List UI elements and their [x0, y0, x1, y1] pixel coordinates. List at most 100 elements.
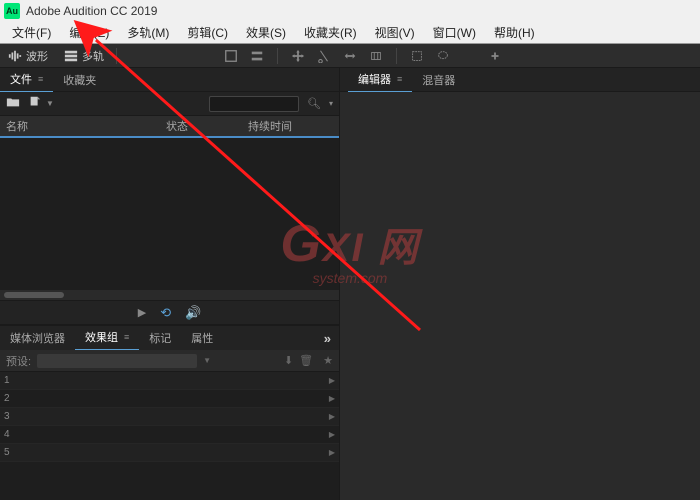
heal-icon — [488, 49, 502, 63]
fx-slot[interactable]: 4▶ — [0, 426, 339, 444]
titlebar: Au Adobe Audition CC 2019 — [0, 0, 700, 22]
filter-icon[interactable]: ▾ — [329, 99, 333, 108]
toolbar-separator — [116, 48, 117, 64]
menu-effects[interactable]: 效果(S) — [238, 22, 294, 43]
menu-clip[interactable]: 剪辑(C) — [179, 22, 236, 43]
tab-editor-label: 编辑器 — [358, 71, 391, 87]
toolbar-separator — [396, 48, 397, 64]
expand-button[interactable]: » — [324, 331, 331, 346]
app-title: Adobe Audition CC 2019 — [26, 4, 157, 18]
chevron-right-icon: ▶ — [329, 394, 335, 403]
move-icon — [291, 49, 305, 63]
files-toolbar: ▼ 🔍︎ ▾ — [0, 92, 339, 116]
files-scrollbar[interactable] — [0, 290, 339, 300]
time-icon — [369, 49, 383, 63]
files-columns-header: 名称 状态 持续时间 — [0, 116, 339, 136]
autoplay-button[interactable]: 🔊 — [185, 305, 201, 321]
menu-favorites[interactable]: 收藏夹(R) — [296, 22, 365, 43]
chevron-right-icon: ▶ — [329, 412, 335, 421]
col-status[interactable]: 状态 — [166, 118, 188, 134]
fx-slots: 1▶ 2▶ 3▶ 4▶ 5▶ — [0, 372, 339, 500]
col-duration[interactable]: 持续时间 — [248, 118, 292, 134]
razor-icon — [317, 49, 331, 63]
col-name[interactable]: 名称 — [6, 118, 106, 134]
delete-preset-button[interactable]: 🗑 — [299, 354, 313, 367]
tab-files[interactable]: 文件 ≡ — [0, 67, 53, 93]
hamburger-icon[interactable]: ≡ — [397, 74, 402, 84]
slip-icon — [343, 49, 357, 63]
hamburger-icon[interactable]: ≡ — [124, 332, 129, 342]
favorite-button[interactable]: ★ — [323, 354, 333, 367]
tab-fx-rack-label: 效果组 — [85, 329, 118, 345]
files-panel-tabs: 文件 ≡ 收藏夹 — [0, 68, 339, 92]
preset-row: 预设: ▼ ⬇ 🗑 ★ — [0, 350, 339, 372]
tool-razor-button[interactable] — [314, 46, 334, 66]
menu-window[interactable]: 窗口(W) — [425, 22, 484, 43]
scrollbar-thumb[interactable] — [4, 292, 64, 298]
tab-favorites-label: 收藏夹 — [63, 72, 96, 88]
tab-favorites[interactable]: 收藏夹 — [53, 68, 106, 92]
preset-select[interactable] — [37, 354, 197, 368]
search-input[interactable] — [209, 96, 299, 112]
loop-button[interactable]: ⟲ — [160, 305, 171, 321]
editor-panel-tabs: 编辑器 ≡ 混音器 — [340, 68, 700, 92]
new-file-button[interactable] — [28, 95, 42, 112]
spectral-icon — [250, 49, 264, 63]
tab-properties[interactable]: 属性 — [181, 326, 223, 350]
tool-lasso-button[interactable] — [433, 46, 453, 66]
editor-area[interactable] — [340, 92, 700, 500]
fx-slot[interactable]: 2▶ — [0, 390, 339, 408]
brush-icon — [462, 49, 476, 63]
waveform-icon — [8, 49, 22, 63]
hamburger-icon[interactable]: ≡ — [38, 74, 43, 84]
newfile-icon — [28, 95, 42, 109]
toolbar-separator — [277, 48, 278, 64]
search-icon: 🔍︎ — [307, 97, 321, 110]
tab-editor[interactable]: 编辑器 ≡ — [348, 67, 412, 93]
toolbar: 波形 多轨 — [0, 44, 700, 68]
hud-icon — [224, 49, 238, 63]
fx-slot[interactable]: 3▶ — [0, 408, 339, 426]
multitrack-icon — [64, 49, 78, 63]
tab-files-label: 文件 — [10, 71, 32, 87]
chevron-right-icon: ▶ — [329, 376, 335, 385]
play-button[interactable]: ▶ — [138, 306, 146, 319]
tab-mixer[interactable]: 混音器 — [412, 68, 465, 92]
fx-slot[interactable]: 5▶ — [0, 444, 339, 462]
marquee-icon — [410, 49, 424, 63]
menubar: 文件(F) 编辑(E) 多轨(M) 剪辑(C) 效果(S) 收藏夹(R) 视图(… — [0, 22, 700, 44]
tab-fx-rack[interactable]: 效果组 ≡ — [75, 325, 139, 351]
waveform-button[interactable]: 波形 — [0, 45, 56, 67]
tab-markers[interactable]: 标记 — [139, 326, 181, 350]
files-player-bar: ▶ ⟲ 🔊 — [0, 300, 339, 324]
menu-help[interactable]: 帮助(H) — [486, 22, 543, 43]
tool-slip-button[interactable] — [340, 46, 360, 66]
preset-label: 预设: — [6, 353, 31, 369]
tool-spectral-button[interactable] — [247, 46, 267, 66]
waveform-label: 波形 — [26, 48, 48, 64]
app-icon: Au — [4, 3, 20, 19]
save-preset-button[interactable]: ⬇ — [284, 354, 293, 367]
chevron-right-icon: ▶ — [329, 430, 335, 439]
chevron-right-icon: ▶ — [329, 448, 335, 457]
open-file-button[interactable] — [6, 95, 20, 112]
tool-marquee-button[interactable] — [407, 46, 427, 66]
dropdown-icon[interactable]: ▼ — [46, 99, 54, 108]
tab-media-browser[interactable]: 媒体浏览器 — [0, 326, 75, 350]
tool-time-button[interactable] — [366, 46, 386, 66]
menu-file[interactable]: 文件(F) — [4, 22, 59, 43]
fx-slot[interactable]: 1▶ — [0, 372, 339, 390]
files-list[interactable] — [0, 136, 339, 290]
tool-heal-button[interactable] — [485, 46, 505, 66]
tool-brush-button[interactable] — [459, 46, 479, 66]
chevron-down-icon[interactable]: ▼ — [203, 356, 211, 365]
tool-hud-button[interactable] — [221, 46, 241, 66]
menu-multitrack[interactable]: 多轨(M) — [119, 22, 177, 43]
bottom-panel-tabs: 媒体浏览器 效果组 ≡ 标记 属性 » — [0, 326, 339, 350]
tool-move-button[interactable] — [288, 46, 308, 66]
selection-line — [0, 136, 339, 138]
menu-view[interactable]: 视图(V) — [367, 22, 423, 43]
multitrack-button[interactable]: 多轨 — [56, 45, 112, 67]
folder-icon — [6, 95, 20, 109]
menu-edit[interactable]: 编辑(E) — [61, 22, 117, 43]
